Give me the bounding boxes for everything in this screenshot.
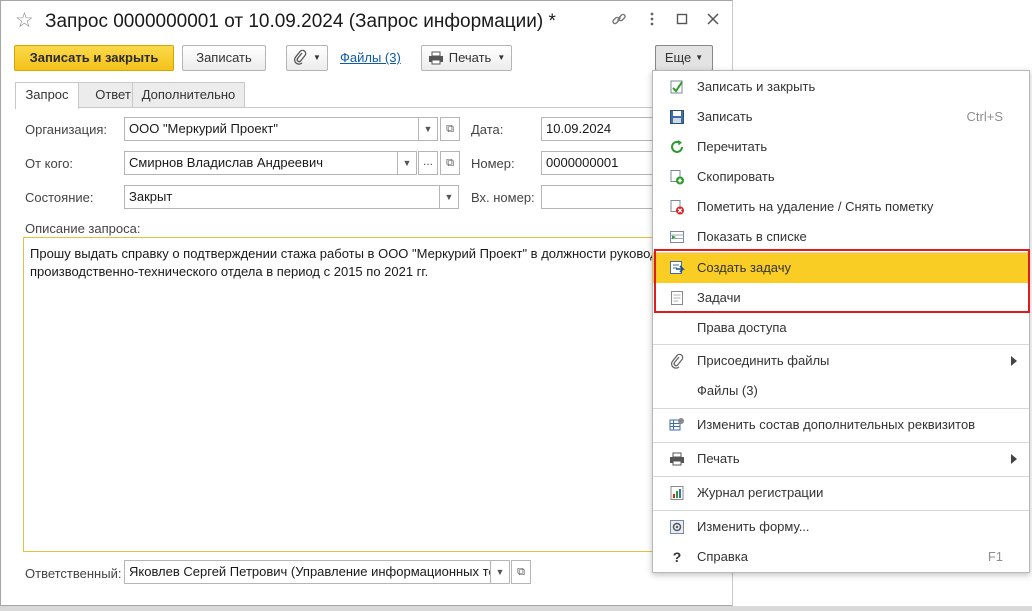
from-dropdown-button[interactable]: ▼: [397, 151, 417, 175]
in-number-label: Вх. номер:: [471, 190, 535, 205]
window-title: Запрос 0000000001 от 10.09.2024 (Запрос …: [45, 11, 556, 32]
shortcut-label: Ctrl+S: [966, 109, 1003, 124]
show-in-list-icon: [669, 229, 685, 245]
more-label: Еще: [664, 50, 692, 65]
description-line: производственно-технического отдела в пе…: [30, 264, 429, 279]
tab-request[interactable]: Запрос: [15, 82, 79, 109]
files-link[interactable]: Файлы (3): [340, 50, 401, 65]
responsible-label: Ответственный:: [25, 566, 122, 581]
menu-separator: [653, 510, 1029, 511]
menu-item-create-task[interactable]: Создать задачу: [653, 253, 1029, 283]
organization-label: Организация:: [25, 122, 108, 137]
delete-mark-icon: [669, 199, 685, 215]
tab-divider: [15, 107, 733, 108]
menu-item-files[interactable]: Файлы (3): [653, 376, 1029, 406]
from-label: От кого:: [25, 156, 74, 171]
menu-item-tasks[interactable]: Задачи: [653, 283, 1029, 313]
save-and-close-button[interactable]: Записать и закрыть: [14, 45, 174, 71]
favorite-star-icon[interactable]: ☆: [15, 10, 34, 32]
submenu-arrow-icon: [1011, 356, 1017, 366]
responsible-field[interactable]: Яковлев Сергей Петрович (Управление инфо…: [124, 560, 491, 584]
print-label: Печать: [448, 50, 492, 65]
more-button[interactable]: Еще ▼: [655, 45, 713, 71]
state-dropdown-button[interactable]: ▼: [439, 185, 459, 209]
in-number-field[interactable]: [541, 185, 653, 209]
menu-item-mark-delete[interactable]: Пометить на удаление / Снять пометку: [653, 192, 1029, 222]
menu-item-help[interactable]: ? Справка F1: [653, 542, 1029, 572]
form-settings-icon: [669, 519, 685, 535]
description-label: Описание запроса:: [25, 221, 141, 236]
from-field[interactable]: Смирнов Владислав Андреевич: [124, 151, 398, 175]
menu-separator: [653, 476, 1029, 477]
bottom-border: [0, 606, 1032, 611]
responsible-open-icon[interactable]: ⧉: [511, 560, 531, 584]
printer-icon: [669, 451, 685, 467]
organization-open-icon[interactable]: ⧉: [440, 117, 460, 141]
description-line: Прошу выдать справку о подтверждении ста…: [30, 246, 658, 261]
menu-item-reread[interactable]: Перечитать: [653, 132, 1029, 162]
state-label: Состояние:: [25, 190, 94, 205]
more-menu: Записать и закрыть Записать Ctrl+S Переч…: [652, 70, 1030, 573]
from-select-button[interactable]: ...: [418, 151, 438, 175]
chevron-down-icon: ▼: [497, 53, 506, 62]
printer-icon: [428, 49, 444, 73]
date-label: Дата:: [471, 122, 504, 137]
menu-separator: [653, 442, 1029, 443]
menu-separator: [653, 408, 1029, 409]
save-close-icon: [669, 79, 685, 95]
event-log-icon: [669, 485, 685, 501]
paperclip-icon: [669, 353, 685, 369]
menu-separator: [653, 344, 1029, 345]
help-icon: ?: [672, 549, 682, 565]
create-task-icon: [669, 260, 685, 276]
chevron-down-icon: ▼: [313, 53, 321, 62]
tasks-icon: [669, 290, 685, 306]
organization-dropdown-button[interactable]: ▼: [418, 117, 438, 141]
floppy-icon: [669, 109, 685, 125]
paperclip-icon: [293, 49, 307, 73]
state-field[interactable]: Закрыт: [124, 185, 440, 209]
attributes-icon: [669, 417, 685, 433]
form-window: ☆ Запрос 0000000001 от 10.09.2024 (Запро…: [0, 0, 733, 606]
chevron-down-icon: ▼: [695, 53, 704, 62]
number-field[interactable]: 0000000001: [541, 151, 653, 175]
copy-icon: [669, 169, 685, 185]
menu-item-show-in-list[interactable]: Показать в списке: [653, 222, 1029, 252]
close-icon[interactable]: [702, 11, 724, 33]
description-textarea[interactable]: Прошу выдать справку о подтверждении ста…: [23, 237, 713, 552]
menu-item-attach-files[interactable]: Присоединить файлы: [653, 346, 1029, 376]
more-vertical-icon[interactable]: [641, 11, 663, 33]
menu-item-edit-attributes[interactable]: Изменить состав дополнительных реквизито…: [653, 410, 1029, 440]
submenu-arrow-icon: [1011, 454, 1017, 464]
responsible-dropdown-button[interactable]: ▼: [490, 560, 510, 584]
save-button[interactable]: Записать: [182, 45, 266, 71]
attach-button[interactable]: ▼: [286, 45, 328, 71]
print-button[interactable]: Печать ▼: [421, 45, 512, 71]
organization-field[interactable]: ООО "Меркурий Проект": [124, 117, 419, 141]
tab-additional[interactable]: Дополнительно: [132, 82, 245, 108]
menu-item-access-rights[interactable]: Права доступа: [653, 313, 1029, 343]
number-label: Номер:: [471, 156, 515, 171]
title-bar: ☆ Запрос 0000000001 от 10.09.2024 (Запро…: [1, 1, 732, 43]
date-field[interactable]: 10.09.2024: [541, 117, 653, 141]
command-bar: Записать и закрыть Записать ▼ Файлы (3) …: [1, 43, 732, 75]
menu-item-change-form[interactable]: Изменить форму...: [653, 512, 1029, 542]
menu-item-save-close[interactable]: Записать и закрыть: [653, 72, 1029, 102]
menu-item-save[interactable]: Записать Ctrl+S: [653, 102, 1029, 132]
menu-item-event-log[interactable]: Журнал регистрации: [653, 478, 1029, 508]
from-open-icon[interactable]: ⧉: [440, 151, 460, 175]
shortcut-label: F1: [987, 549, 1003, 564]
link-icon[interactable]: [608, 11, 630, 33]
maximize-icon[interactable]: [671, 11, 693, 33]
refresh-icon: [669, 139, 685, 155]
menu-item-print[interactable]: Печать: [653, 444, 1029, 474]
menu-item-copy[interactable]: Скопировать: [653, 162, 1029, 192]
